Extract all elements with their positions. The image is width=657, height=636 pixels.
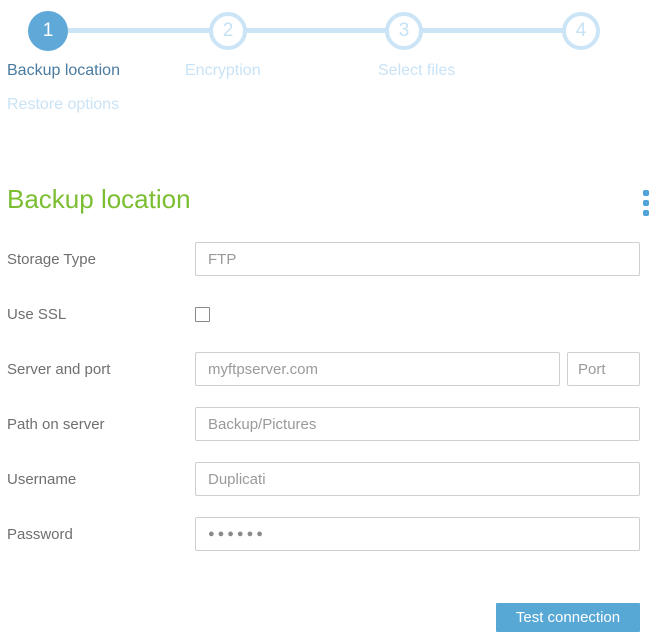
storage-type-row: Storage Type <box>7 242 640 276</box>
step-circle-4[interactable]: 4 <box>562 12 600 50</box>
server-port-row: Server and port <box>7 352 640 386</box>
kebab-menu-icon[interactable] <box>643 190 651 220</box>
backup-location-form: Storage Type Use SSL Server and port Pat… <box>0 242 657 551</box>
kebab-dot <box>643 210 649 216</box>
step-circle-1[interactable]: 1 <box>28 11 68 51</box>
step-circle-2[interactable]: 2 <box>209 12 247 50</box>
kebab-dot <box>643 190 649 196</box>
step-label-backup-location[interactable]: Backup location <box>7 62 120 80</box>
step-label-select-files[interactable]: Select files <box>378 62 455 80</box>
path-label: Path on server <box>7 415 105 433</box>
kebab-dot <box>643 200 649 206</box>
username-input[interactable] <box>195 462 640 496</box>
password-label: Password <box>7 525 73 543</box>
wizard-stepper: 1 2 3 4 Backup location Encryption Selec… <box>0 0 657 122</box>
storage-type-input[interactable] <box>195 242 640 276</box>
use-ssl-row: Use SSL <box>7 297 640 331</box>
use-ssl-checkbox[interactable] <box>195 306 210 322</box>
stepper-connector-line <box>48 28 581 33</box>
step-circle-3[interactable]: 3 <box>385 12 423 50</box>
storage-type-label: Storage Type <box>7 250 96 268</box>
test-connection-button[interactable]: Test connection <box>496 603 640 632</box>
page-header: Backup location <box>0 184 657 218</box>
step-label-restore-options[interactable]: Restore options <box>7 96 119 114</box>
username-label: Username <box>7 470 77 488</box>
password-row: Password <box>7 517 640 551</box>
server-port-label: Server and port <box>7 360 111 378</box>
use-ssl-label: Use SSL <box>7 305 67 323</box>
restore-wizard-page: 1 2 3 4 Backup location Encryption Selec… <box>0 0 657 636</box>
server-input[interactable] <box>195 352 560 386</box>
port-input[interactable] <box>567 352 640 386</box>
step-label-encryption[interactable]: Encryption <box>185 62 261 80</box>
password-input[interactable] <box>195 517 640 551</box>
form-footer: Test connection <box>0 603 657 632</box>
page-title: Backup location <box>7 184 191 214</box>
username-row: Username <box>7 462 640 496</box>
path-row: Path on server <box>7 407 640 441</box>
path-input[interactable] <box>195 407 640 441</box>
